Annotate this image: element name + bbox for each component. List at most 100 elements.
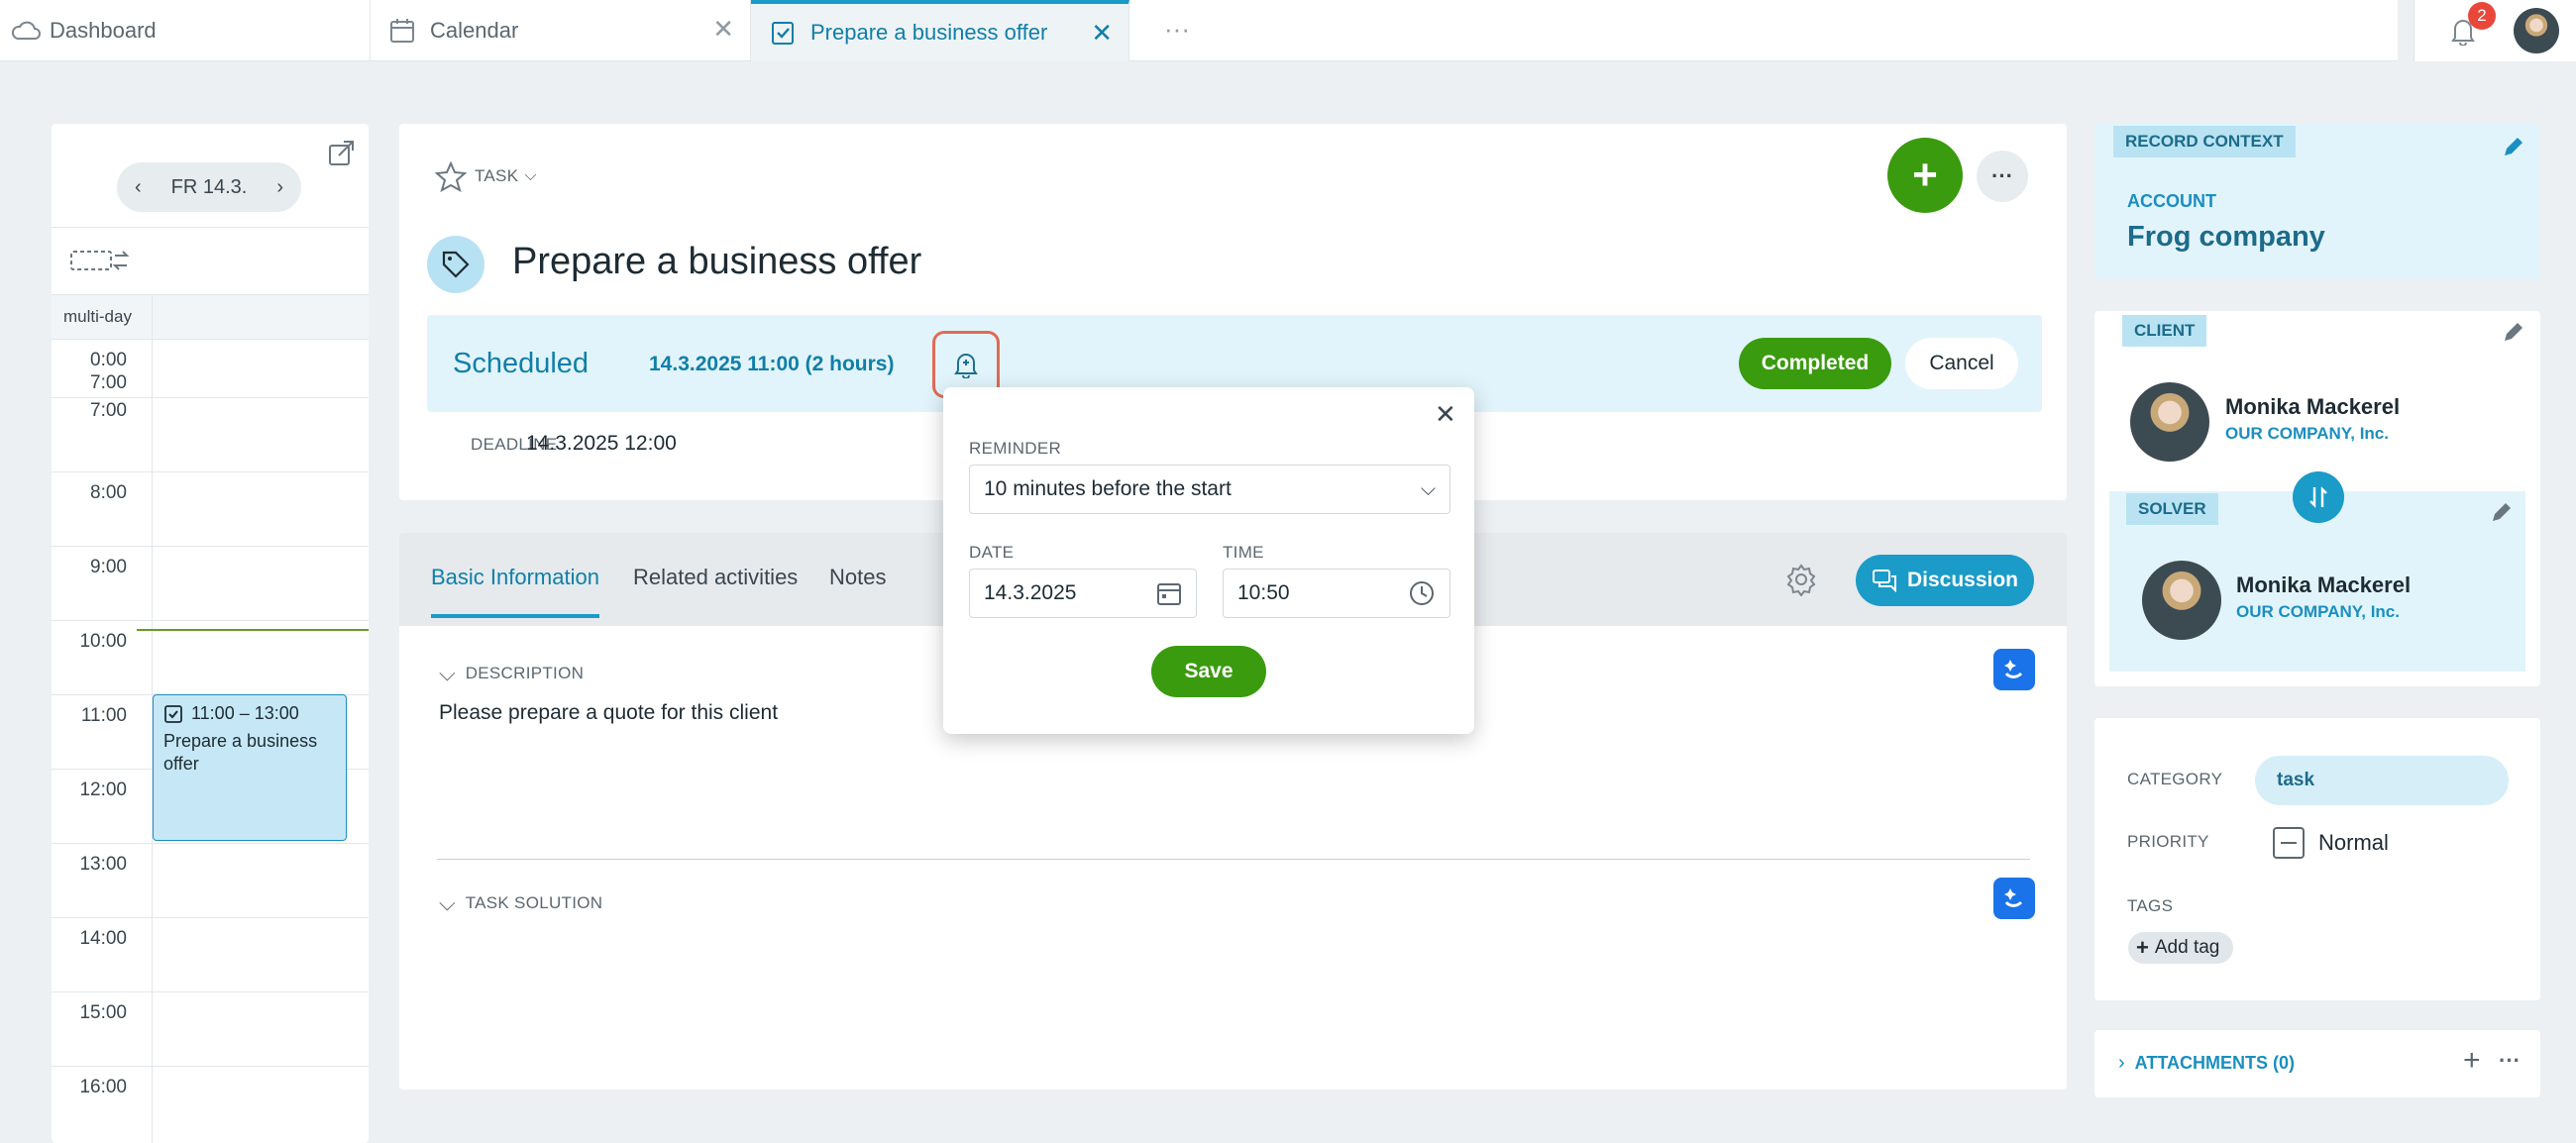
tab-label: Dashboard bbox=[50, 18, 157, 43]
description-text[interactable]: Please prepare a quote for this client bbox=[439, 701, 778, 725]
ai-assist-icon[interactable] bbox=[1993, 649, 2035, 690]
pencil-icon[interactable] bbox=[2489, 499, 2515, 530]
user-bar: 2 bbox=[2414, 0, 2576, 61]
record-context-card: RECORD CONTEXT ACCOUNT Frog company bbox=[2094, 124, 2540, 280]
hour-row[interactable]: 9:00 bbox=[52, 546, 369, 620]
completed-button[interactable]: Completed bbox=[1739, 338, 1891, 389]
category-label: CATEGORY bbox=[2127, 770, 2223, 788]
discussion-button[interactable]: Discussion bbox=[1856, 555, 2034, 606]
pencil-icon[interactable] bbox=[2501, 319, 2526, 350]
popout-icon[interactable] bbox=[327, 138, 357, 172]
tab-bar: Dashboard Calendar ✕ Prepare a business … bbox=[0, 0, 2398, 61]
time-label: TIME bbox=[1223, 543, 1264, 562]
more-actions-button[interactable]: ··· bbox=[1977, 151, 2028, 202]
tab-basic-information[interactable]: Basic Information bbox=[431, 565, 599, 618]
tab-related-activities[interactable]: Related activities bbox=[633, 565, 798, 590]
account-name[interactable]: Frog company bbox=[2127, 221, 2325, 254]
ai-assist-icon[interactable] bbox=[1993, 878, 2035, 919]
time-field[interactable]: 10:50 bbox=[1223, 569, 1450, 618]
chevron-down-icon: ⌵ bbox=[439, 890, 456, 915]
reminder-label: REMINDER bbox=[969, 439, 1062, 458]
tab-dashboard[interactable]: Dashboard bbox=[0, 0, 371, 61]
people-card: CLIENT Monika Mackerel OUR COMPANY, Inc.… bbox=[2094, 311, 2540, 686]
chevron-down-icon: ⌵ bbox=[524, 167, 537, 184]
task-type-label: TASK bbox=[475, 166, 519, 185]
solver-avatar bbox=[2142, 561, 2221, 640]
category-selector[interactable]: task bbox=[2255, 756, 2509, 805]
hour-row[interactable]: 8:00 bbox=[52, 471, 369, 546]
task-check-icon bbox=[163, 704, 183, 724]
day-calendar: ‹ FR 14.3. › multi-day 0:00 7:00 7:00 8:… bbox=[52, 124, 369, 1143]
hour-row[interactable]: 7:00 bbox=[52, 397, 369, 471]
client-company[interactable]: OUR COMPANY, Inc. bbox=[2225, 424, 2389, 444]
swap-people-button[interactable] bbox=[2293, 471, 2344, 523]
swap-view-icon[interactable] bbox=[69, 246, 131, 280]
hour-row[interactable]: 15:00 bbox=[52, 991, 369, 1066]
hour-row[interactable]: 16:00 bbox=[52, 1066, 369, 1140]
tab-task[interactable]: Prepare a business offer ✕ bbox=[751, 0, 1129, 61]
star-icon[interactable] bbox=[435, 160, 467, 192]
solver-name[interactable]: Monika Mackerel bbox=[2236, 572, 2411, 598]
chevron-right-icon: › bbox=[2118, 1052, 2125, 1074]
pencil-icon[interactable] bbox=[2501, 134, 2526, 164]
task-title: Prepare a business offer bbox=[512, 241, 922, 282]
multiday-label: multi-day bbox=[63, 307, 132, 326]
priority-selector[interactable]: Normal bbox=[2273, 827, 2389, 859]
calendar-icon[interactable] bbox=[1156, 580, 1182, 606]
record-context-label: RECORD CONTEXT bbox=[2113, 126, 2296, 157]
priority-normal-icon bbox=[2273, 827, 2305, 859]
chevron-left-icon[interactable]: ‹ bbox=[135, 176, 142, 199]
more-icon[interactable]: ··· bbox=[2499, 1048, 2521, 1074]
task-check-icon bbox=[769, 19, 797, 47]
tags-label: TAGS bbox=[2127, 896, 2174, 915]
add-attachment-icon[interactable]: + bbox=[2463, 1044, 2481, 1078]
user-avatar[interactable] bbox=[2514, 8, 2559, 53]
collapsed-hours[interactable]: 0:00 7:00 bbox=[52, 340, 369, 397]
description-section-toggle[interactable]: ⌵ DESCRIPTION bbox=[439, 661, 584, 686]
account-label: ACCOUNT bbox=[2127, 191, 2216, 211]
current-time-line bbox=[137, 629, 369, 631]
status-text: Scheduled bbox=[453, 348, 590, 379]
clock-icon[interactable] bbox=[1408, 579, 1436, 607]
save-button[interactable]: Save bbox=[1151, 646, 1266, 697]
calendar-event[interactable]: 11:00 – 13:00 Prepare a business offer bbox=[153, 694, 347, 841]
add-button[interactable]: + bbox=[1887, 138, 1963, 213]
solver-company[interactable]: OUR COMPANY, Inc. bbox=[2236, 602, 2400, 622]
settings-icon[interactable] bbox=[1784, 563, 1818, 601]
date-navigator: ‹ FR 14.3. › bbox=[117, 162, 301, 212]
cloud-icon bbox=[10, 19, 42, 43]
event-time: 11:00 – 13:00 bbox=[191, 703, 299, 723]
meta-card: CATEGORY task PRIORITY Normal TAGS + Add… bbox=[2094, 718, 2540, 1000]
attachments-card: › ATTACHMENTS (0) + ··· bbox=[2094, 1030, 2540, 1097]
tab-calendar[interactable]: Calendar ✕ bbox=[371, 0, 751, 61]
reminder-select[interactable]: 10 minutes before the start ⌵ bbox=[969, 465, 1450, 514]
chevron-down-icon: ⌵ bbox=[1420, 477, 1436, 500]
client-name[interactable]: Monika Mackerel bbox=[2225, 394, 2400, 420]
attachments-toggle[interactable]: › ATTACHMENTS (0) bbox=[2118, 1052, 2295, 1075]
task-type-selector[interactable]: TASK ⌵ bbox=[435, 160, 536, 192]
chat-icon bbox=[1872, 569, 1897, 592]
task-solution-section-toggle[interactable]: ⌵ TASK SOLUTION bbox=[439, 890, 602, 916]
hour-row[interactable]: 10:00 bbox=[52, 620, 369, 694]
tab-label: Calendar bbox=[430, 18, 519, 43]
tab-notes[interactable]: Notes bbox=[829, 565, 886, 590]
hour-row[interactable]: 13:00 bbox=[52, 843, 369, 917]
bell-icon bbox=[954, 351, 978, 378]
chevron-down-icon: ⌵ bbox=[439, 661, 456, 685]
tab-label: Prepare a business offer bbox=[810, 20, 1048, 45]
current-date: FR 14.3. bbox=[170, 175, 248, 198]
hour-row[interactable]: 14:00 bbox=[52, 917, 369, 991]
add-tag-button[interactable]: + Add tag bbox=[2128, 932, 2234, 964]
close-icon[interactable]: ✕ bbox=[1091, 20, 1113, 46]
schedule-text[interactable]: 14.3.2025 11:00 (2 hours) bbox=[649, 353, 894, 376]
close-icon[interactable]: ✕ bbox=[712, 16, 734, 42]
deadline-value[interactable]: 14.3.2025 12:00 bbox=[526, 432, 677, 456]
calendar-icon bbox=[388, 17, 416, 45]
date-field[interactable]: 14.3.2025 bbox=[969, 569, 1197, 618]
priority-label: PRIORITY bbox=[2127, 832, 2209, 851]
cancel-button[interactable]: Cancel bbox=[1905, 338, 2018, 389]
date-label: DATE bbox=[969, 543, 1015, 562]
chevron-right-icon[interactable]: › bbox=[276, 176, 283, 199]
more-tabs-icon[interactable]: ··· bbox=[1164, 14, 1190, 45]
close-icon[interactable]: ✕ bbox=[1435, 399, 1456, 430]
